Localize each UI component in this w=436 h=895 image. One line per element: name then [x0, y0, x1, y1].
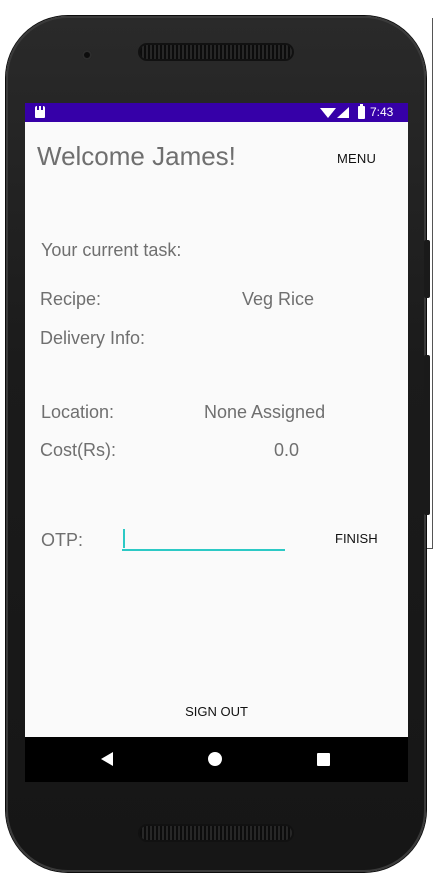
text-caret: [123, 529, 125, 548]
menu-button[interactable]: MENU: [337, 151, 376, 166]
wifi-icon: [320, 108, 336, 118]
finish-button[interactable]: FINISH: [335, 531, 378, 546]
frame-edge-line: [432, 18, 433, 548]
cost-value: 0.0: [274, 440, 300, 460]
recipe-value: Veg Rice: [242, 289, 315, 309]
front-camera: [82, 50, 92, 60]
current-task-heading: Your current task:: [41, 240, 182, 260]
delivery-info-label: Delivery Info:: [40, 328, 146, 348]
recipe-label: Recipe:: [40, 289, 102, 309]
location-value: None Assigned: [204, 402, 326, 422]
page-title: Welcome James!: [37, 141, 236, 171]
navigation-bar: [25, 737, 408, 782]
battery-icon: [358, 104, 365, 119]
top-speaker: [140, 45, 292, 59]
frame-edge-tick: [426, 548, 433, 549]
otp-label: OTP:: [41, 530, 84, 550]
status-bar: 7:43: [25, 103, 408, 122]
volume-button: [424, 240, 430, 298]
power-button: [424, 355, 430, 515]
cost-label: Cost(Rs):: [40, 440, 116, 460]
back-icon[interactable]: [101, 752, 113, 766]
recents-icon[interactable]: [317, 753, 330, 766]
sd-card-icon: [35, 106, 45, 118]
location-label: Location:: [41, 402, 115, 422]
signal-icon: [337, 107, 349, 118]
sign-out-button[interactable]: SIGN OUT: [25, 704, 408, 719]
otp-input[interactable]: [122, 529, 285, 551]
bottom-speaker: [140, 826, 292, 840]
home-icon[interactable]: [208, 752, 222, 766]
status-time: 7:43: [370, 105, 394, 119]
app-screen: 7:43 Welcome James! MENU Your current ta…: [25, 103, 408, 782]
